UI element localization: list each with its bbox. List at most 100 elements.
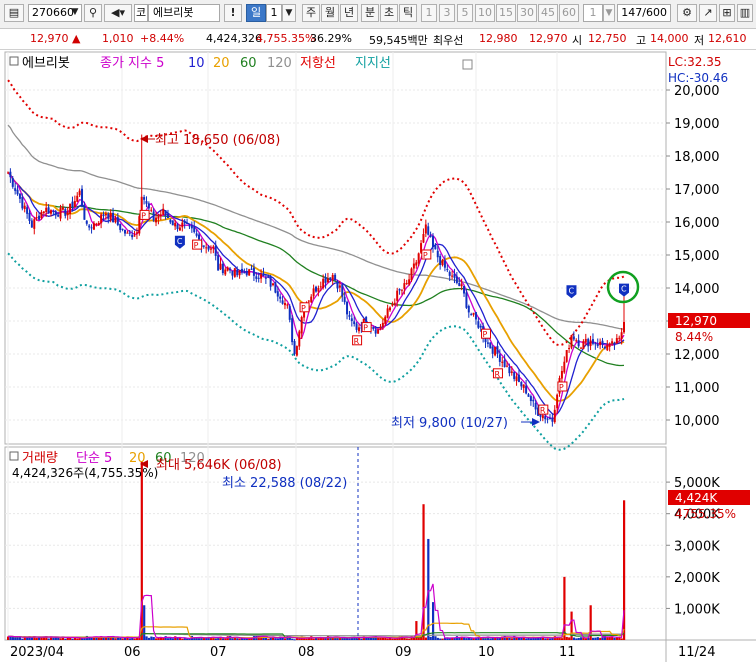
signal-flag-label: R — [540, 406, 546, 415]
panel-toggle-icon[interactable] — [9, 56, 19, 66]
low-price: 12,610 — [708, 32, 747, 45]
minute-5-button[interactable]: 5 — [457, 4, 473, 22]
candle-body — [281, 300, 284, 304]
candle-body — [377, 329, 380, 334]
volume-bar — [613, 637, 616, 640]
candle-body — [551, 417, 554, 422]
candle-body — [467, 306, 470, 313]
signal-flag-label: P — [423, 251, 428, 260]
candle-body — [188, 225, 191, 227]
minute-60-button[interactable]: 60 — [559, 4, 579, 22]
period-count-dropdown-icon[interactable]: ▼ — [282, 4, 296, 22]
chart-type-icon[interactable]: ▤ — [4, 4, 24, 22]
search-icon[interactable]: ⚲ — [84, 4, 102, 22]
high-price: 14,000 — [650, 32, 689, 45]
minute-10-button[interactable]: 10 — [475, 4, 495, 22]
candle-body — [357, 327, 360, 332]
candle-body — [443, 260, 446, 268]
signal-flag-label: C — [621, 285, 627, 294]
candle-body — [508, 367, 511, 374]
candle-body — [207, 246, 210, 250]
volume-bar — [291, 638, 294, 640]
candle-body — [326, 278, 329, 283]
candle-body — [307, 300, 310, 302]
minute-1-button[interactable]: 1 — [421, 4, 437, 22]
volume-panel-toggle-icon[interactable] — [9, 451, 19, 461]
candle-body — [264, 277, 267, 279]
stock-chart[interactable]: 에브리봇 종가 지수 5 10 20 60 120 저항선 지지선 LC:32.… — [0, 50, 756, 662]
candle-body — [243, 272, 246, 274]
volume-bar — [200, 638, 203, 640]
candle-body — [541, 415, 544, 419]
candle-body — [415, 262, 418, 266]
candle-body — [166, 213, 169, 218]
code-dropdown-icon[interactable]: ▼ — [68, 4, 82, 22]
volume-bar — [591, 637, 595, 640]
period-year-button[interactable]: 년 — [340, 4, 358, 22]
candle-body — [279, 296, 282, 299]
layout-icon[interactable]: ⊞ — [719, 4, 735, 22]
candle-body — [176, 224, 179, 229]
period-day-button[interactable]: 일 — [246, 4, 266, 22]
candle-body — [100, 214, 103, 224]
price-tick-label: 17,000 — [674, 183, 720, 198]
candle-body — [252, 267, 255, 276]
candle-body — [520, 382, 523, 387]
candle-body — [599, 341, 602, 346]
stock-name-field[interactable]: 에브리봇 — [148, 4, 220, 22]
price-change-pct: +8.44% — [140, 32, 185, 45]
volume-bar — [431, 602, 435, 640]
trend-line-icon[interactable]: ↗ — [699, 4, 717, 22]
candle-body — [448, 271, 451, 276]
candle-body — [472, 312, 475, 315]
candle-body — [231, 271, 234, 276]
volume-bar — [436, 637, 439, 640]
candle-body — [190, 225, 193, 229]
volume-bar — [434, 636, 437, 640]
candle-body — [343, 296, 346, 303]
period-second-button[interactable]: 초 — [380, 4, 398, 22]
volume-bar — [608, 637, 611, 640]
period-month-button[interactable]: 월 — [321, 4, 339, 22]
volume-bar — [606, 637, 609, 640]
volume-bar — [221, 638, 225, 640]
volume-bar — [529, 638, 533, 640]
candle-body — [563, 361, 566, 373]
candle-body — [186, 222, 189, 224]
candle-body — [582, 341, 585, 350]
candle-body — [45, 207, 48, 213]
candle-body — [580, 347, 583, 349]
alert-icon[interactable]: ! — [224, 4, 242, 22]
candle-body — [403, 283, 406, 289]
candle-body — [338, 285, 341, 288]
period-tick-button[interactable]: 틱 — [399, 4, 417, 22]
candle-body — [324, 277, 327, 283]
period-minute-button[interactable]: 분 — [361, 4, 379, 22]
unit-dropdown-icon[interactable]: ▼ — [603, 4, 615, 22]
settings-icon[interactable]: ⚙ — [677, 4, 697, 22]
candle-body — [171, 220, 174, 226]
chart-toggle-icon[interactable]: ▥ — [737, 4, 753, 22]
price-tick-label: 19,000 — [674, 117, 720, 132]
minute-15-button[interactable]: 15 — [496, 4, 516, 22]
period-week-button[interactable]: 주 — [302, 4, 320, 22]
candle-body — [386, 308, 389, 318]
volume-bar — [520, 637, 523, 640]
candle-body — [455, 276, 458, 284]
candle-body — [198, 234, 201, 240]
minute-30-button[interactable]: 30 — [517, 4, 537, 22]
volume-bar — [412, 637, 416, 640]
data-count-field[interactable]: 147/600 — [617, 4, 671, 22]
minute-45-button[interactable]: 45 — [538, 4, 558, 22]
minute-3-button[interactable]: 3 — [439, 4, 455, 22]
sound-icon[interactable]: ◀▾ — [104, 4, 132, 22]
candle-body — [16, 189, 19, 195]
volume-bar — [525, 638, 528, 640]
price-change: 1,010 — [102, 32, 134, 45]
candle-body — [398, 289, 401, 291]
x-axis-label: 2023/04 — [10, 645, 64, 660]
legend-box-icon[interactable] — [462, 59, 473, 70]
unit-field[interactable]: 1 — [583, 4, 603, 22]
period-count-field[interactable]: 1 — [266, 4, 282, 22]
candle-body — [317, 288, 320, 292]
